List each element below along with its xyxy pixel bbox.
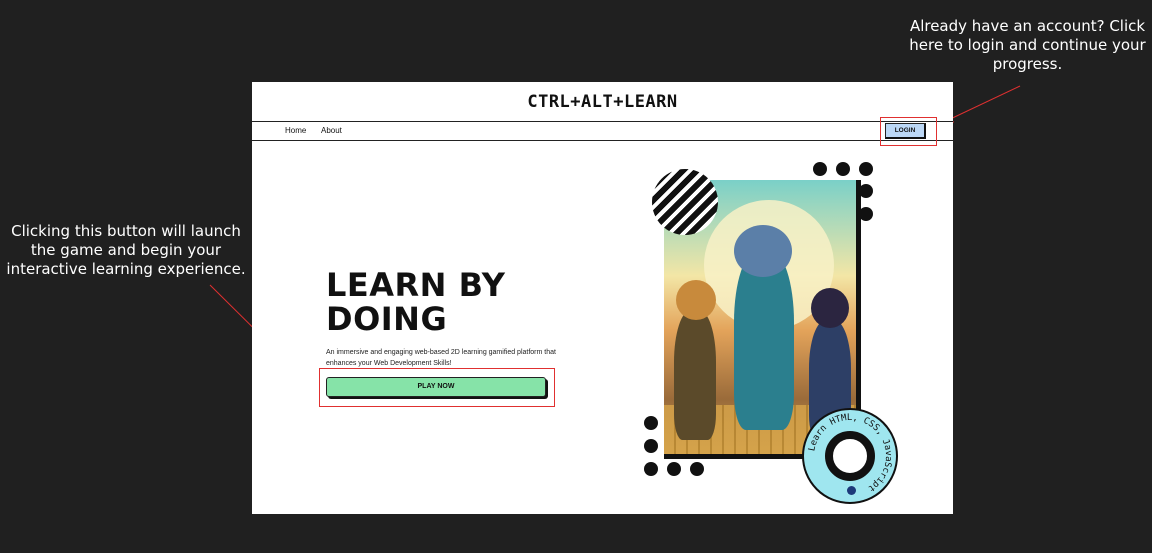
illustration-kid-right-head [811,288,849,328]
hero-illustration-group: Learn HTML, CSS, JavaScript [644,162,904,504]
hero-description: An immersive and engaging web-based 2D l… [326,349,556,367]
illustration-kid-center-head [734,225,792,277]
nav-home-link[interactable]: Home [285,126,306,135]
dot-decoration [667,462,681,476]
skills-badge: Learn HTML, CSS, JavaScript [802,408,898,504]
dot-decoration [690,462,704,476]
illustration-kid-left-head [676,280,716,320]
hero-title: LEARN BY DOING [326,266,506,338]
login-annotation: Already have an account? Click here to l… [909,17,1146,73]
illustration-kid-left [674,310,716,440]
site-brand: CTRL+ALT+LEARN [527,92,678,112]
dot-decoration [644,439,658,453]
dot-decoration [859,207,873,221]
website-frame: CTRL+ALT+LEARN Home About LOGIN LEARN BY… [252,82,953,514]
login-arrow-line [943,85,1021,123]
badge-text: Learn HTML, CSS, JavaScript [807,413,893,493]
nav-about-link[interactable]: About [321,126,342,135]
illustration-kid-center [734,250,794,430]
navbar: Home About LOGIN [252,121,953,141]
swirl-graphic [652,169,718,235]
dot-decoration [836,162,850,176]
dot-decoration [813,162,827,176]
dot-decoration [644,416,658,430]
badge-text-svg: Learn HTML, CSS, JavaScript [807,413,893,493]
dot-decoration [859,162,873,176]
login-highlight-box [880,117,937,146]
dot-decoration [859,184,873,198]
dot-decoration [644,462,658,476]
play-highlight-box [319,368,555,407]
play-annotation: Clicking this button will launch the gam… [6,222,246,278]
